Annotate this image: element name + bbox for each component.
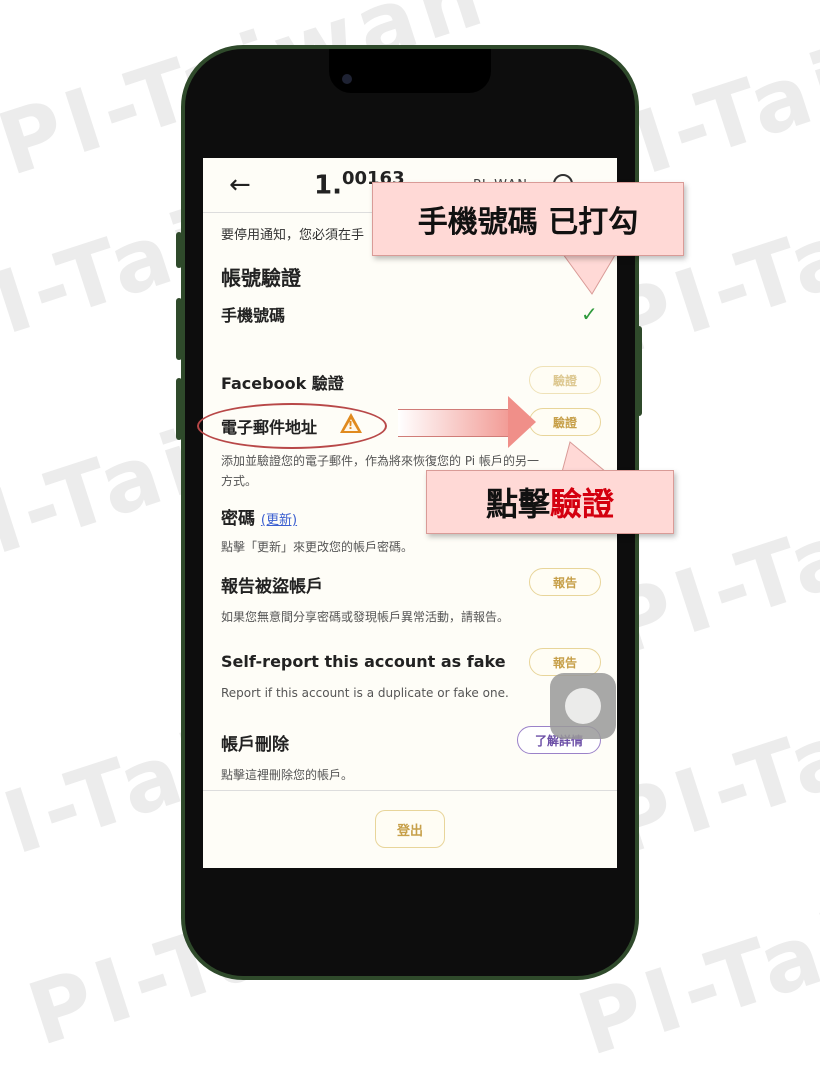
check-icon: ✓ (581, 302, 598, 326)
assistive-touch-button[interactable] (550, 673, 616, 739)
email-description-line2: 方式。 (221, 474, 258, 488)
email-highlight-ellipse (197, 403, 387, 449)
phone-label: 手機號碼 (221, 306, 286, 325)
self-report-description: Report if this account is a duplicate or… (221, 686, 509, 700)
password-description: 點擊「更新」來更改您的帳戶密碼。 (221, 540, 414, 554)
delete-account-title: 帳戶刪除 (221, 735, 289, 755)
balance-integer: 1. (314, 170, 342, 201)
callout-verify-text: 驗證 (550, 485, 615, 523)
callout-tail-top (560, 250, 619, 295)
report-stolen-button[interactable]: 報告 (529, 568, 601, 596)
callout-phone-checked: 手機號碼 已打勾 (372, 182, 684, 256)
self-report-button[interactable]: 報告 (529, 648, 601, 676)
report-stolen-title: 報告被盜帳戶 (221, 577, 323, 597)
section-title-account-verification: 帳號驗證 (221, 266, 301, 290)
delete-account-description: 點擊這裡刪除您的帳戶。 (221, 768, 354, 782)
notification-notice: 要停用通知，您必須在手 (221, 228, 365, 243)
password-update-link[interactable]: (更新) (261, 513, 297, 528)
footer-divider (203, 790, 617, 791)
password-title: 密碼 (更新) (221, 504, 297, 529)
phone-notch (329, 49, 491, 93)
facebook-label: Facebook 驗證 (221, 374, 344, 393)
back-arrow-icon[interactable]: ← (229, 170, 251, 200)
front-camera (342, 74, 352, 84)
callout-tail-bottom (561, 441, 608, 473)
logout-button[interactable]: 登出 (375, 810, 445, 848)
callout-click-verify: 點擊 驗證 (426, 470, 674, 534)
email-description-line1: 添加並驗證您的電子郵件，作為將來恢復您的 Pi 帳戶的另一 (221, 454, 539, 468)
assistive-touch-icon (565, 688, 601, 724)
facebook-verify-button[interactable]: 驗證 (529, 366, 601, 394)
pointer-arrow-head (508, 396, 536, 448)
self-report-title: Self-report this account as fake (221, 652, 506, 671)
report-stolen-description: 如果您無意間分享密碼或發現帳戶異常活動，請報告。 (221, 610, 510, 624)
pointer-arrow (398, 409, 510, 437)
email-verify-button[interactable]: 驗證 (529, 408, 601, 436)
callout-click-text: 點擊 (485, 485, 550, 523)
password-title-text: 密碼 (221, 509, 255, 529)
